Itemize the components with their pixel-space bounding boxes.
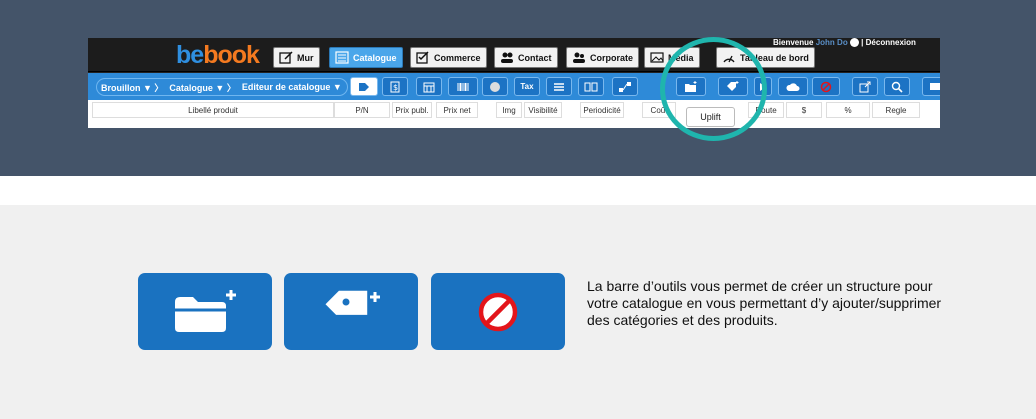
compare-button[interactable] [578,77,604,96]
hierarchy-icon [619,81,631,92]
col-img[interactable]: Img [496,102,522,118]
edit-icon [279,51,293,64]
search-icon [891,81,903,93]
cloud-icon [786,82,800,91]
nav-catalogue-button[interactable]: Catalogue [329,47,403,68]
uplift-tooltip: Uplift [686,107,735,127]
dollar-button[interactable]: $ [382,77,408,96]
comment-icon [930,82,940,90]
col-pn[interactable]: P/N [334,102,390,118]
delete-button[interactable] [812,77,840,96]
globe-icon [490,81,500,92]
breadcrumb-catalogue[interactable]: Catalogue ▼ 〉 [169,81,235,94]
add-product-tile [284,273,418,350]
export-icon [859,81,871,92]
globe-button[interactable] [482,77,508,96]
more-button[interactable] [922,77,940,96]
list-icon [554,82,564,91]
compare-icon [584,82,598,91]
welcome-text: Bienvenue [773,38,814,47]
separator-strip [0,176,1036,205]
contacts-icon [501,52,513,63]
barcode-button[interactable] [448,77,478,96]
welcome-area: Bienvenue John Do | Déconnexion [773,38,916,48]
col-regle[interactable]: Regle [872,102,920,118]
nav-mur-label: Mur [297,52,314,63]
dollar-icon: $ [390,81,400,92]
nav-catalogue-label: Catalogue [353,52,397,63]
col-percent[interactable]: % [826,102,870,118]
search-button[interactable] [884,77,910,96]
col-periodicite[interactable]: Periodicité [580,102,624,118]
commerce-icon [416,51,429,64]
tag-add-icon [325,290,380,315]
user-name[interactable]: John Do [816,38,848,47]
calendar-button[interactable] [416,77,442,96]
catalogue-icon [335,51,349,64]
forbidden-icon [478,292,518,331]
hierarchy-button[interactable] [612,77,638,96]
export-button[interactable] [852,77,878,96]
folder-add-icon [175,289,236,332]
calendar-icon [423,82,435,92]
image-icon [650,52,664,63]
column-headers: Libellé produit P/N Prix publ. Prix net … [88,100,940,128]
nav-contact-label: Contact [518,52,552,63]
col-dollar[interactable]: $ [786,102,822,118]
svg-text:$: $ [393,83,398,92]
col-prix-net[interactable]: Prix net [436,102,478,118]
tax-button[interactable]: Tax [514,77,540,96]
list-button[interactable] [546,77,572,96]
tax-label: Tax [520,82,534,91]
app-header: bebook Mur Catalogue Commerce Contact Co… [88,38,940,72]
corporate-icon [573,52,585,63]
nav-mur-button[interactable]: Mur [273,47,320,68]
delete-tile [431,273,565,350]
breadcrumb-brouillon[interactable]: Brouillon ▼ 〉 [101,81,163,94]
toolbar-description: La barre d’outils vous permet de créer u… [587,278,942,328]
breadcrumb-editeur[interactable]: Editeur de catalogue ▼ [242,82,342,92]
price-tag-button[interactable] [350,77,378,96]
header-separator: | [861,38,864,47]
col-prix-publ[interactable]: Prix publ. [392,102,432,118]
logout-link[interactable]: Déconnexion [866,38,916,47]
forbidden-icon [820,81,832,92]
bebook-logo: bebook [176,41,260,69]
nav-contact-button[interactable]: Contact [494,47,558,68]
col-libelle[interactable]: Libellé produit [92,102,334,118]
nav-commerce-label: Commerce [434,52,481,63]
price-tag-icon [359,82,369,91]
barcode-icon [457,82,469,91]
add-category-tile [138,273,272,350]
breadcrumb: Brouillon ▼ 〉 Catalogue ▼ 〉 Editeur de c… [96,78,348,96]
col-visibilite[interactable]: Visibilité [524,102,562,118]
catalogue-toolbar: Brouillon ▼ 〉 Catalogue ▼ 〉 Editeur de c… [88,73,940,100]
nav-corporate-label: Corporate [590,52,634,63]
nav-corporate-button[interactable]: Corporate [566,47,640,68]
nav-commerce-button[interactable]: Commerce [410,47,487,68]
cloud-button[interactable] [778,77,808,96]
app-screenshot: bebook Mur Catalogue Commerce Contact Co… [88,38,940,128]
gear-icon[interactable] [849,38,859,48]
